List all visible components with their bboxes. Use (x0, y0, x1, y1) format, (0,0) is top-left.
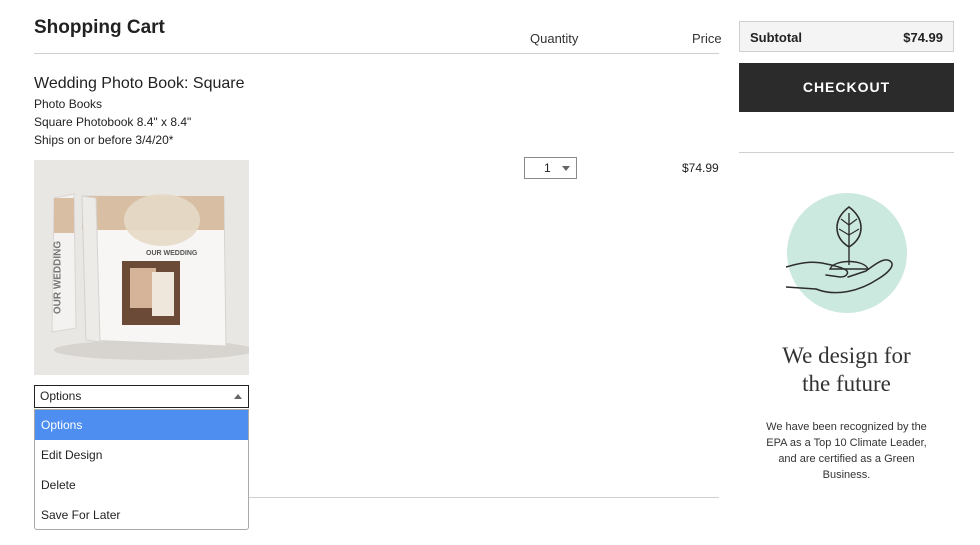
product-size: Square Photobook 8.4" x 8.4" (34, 115, 192, 129)
plant-in-hand-icon (785, 193, 908, 315)
promo-title-line1: We design for (782, 343, 911, 368)
subtotal-box: Subtotal $74.99 (739, 21, 954, 52)
promo-description: We have been recognized by the EPA as a … (766, 421, 927, 481)
column-header-quantity: Quantity (530, 31, 579, 46)
product-image[interactable]: OUR WEDDING OUR WEDDING (34, 160, 249, 375)
promo-title: We design for the future (739, 342, 954, 398)
subtotal-label: Subtotal (750, 30, 802, 45)
option-options[interactable]: Options (35, 410, 248, 440)
options-dropdown-list: Options Edit Design Delete Save For Late… (34, 409, 249, 530)
option-delete[interactable]: Delete (35, 470, 248, 500)
quantity-value: 1 (544, 161, 551, 175)
cover-title-text: OUR WEDDING (146, 250, 198, 257)
subtotal-value: $74.99 (903, 30, 943, 45)
spine-title-text: OUR WEDDING (52, 240, 64, 315)
options-select[interactable]: Options (34, 385, 249, 408)
header-divider (34, 53, 719, 54)
chevron-down-icon (562, 166, 570, 171)
sidebar-divider (739, 152, 954, 153)
checkout-button[interactable]: CHECKOUT (739, 63, 954, 112)
chevron-up-icon (234, 394, 242, 399)
product-ship-date: Ships on or before 3/4/20* (34, 133, 174, 147)
options-selected-value: Options (40, 389, 82, 403)
page-title: Shopping Cart (34, 17, 165, 38)
quantity-select[interactable]: 1 (524, 157, 577, 179)
column-header-price: Price (692, 31, 722, 46)
line-item-price: $74.99 (682, 161, 719, 175)
option-edit-design[interactable]: Edit Design (35, 440, 248, 470)
product-name[interactable]: Wedding Photo Book: Square (34, 75, 245, 93)
promo-title-line2: the future (802, 371, 891, 396)
product-category: Photo Books (34, 97, 103, 111)
option-save-for-later[interactable]: Save For Later (35, 500, 248, 530)
item-divider (249, 497, 719, 498)
